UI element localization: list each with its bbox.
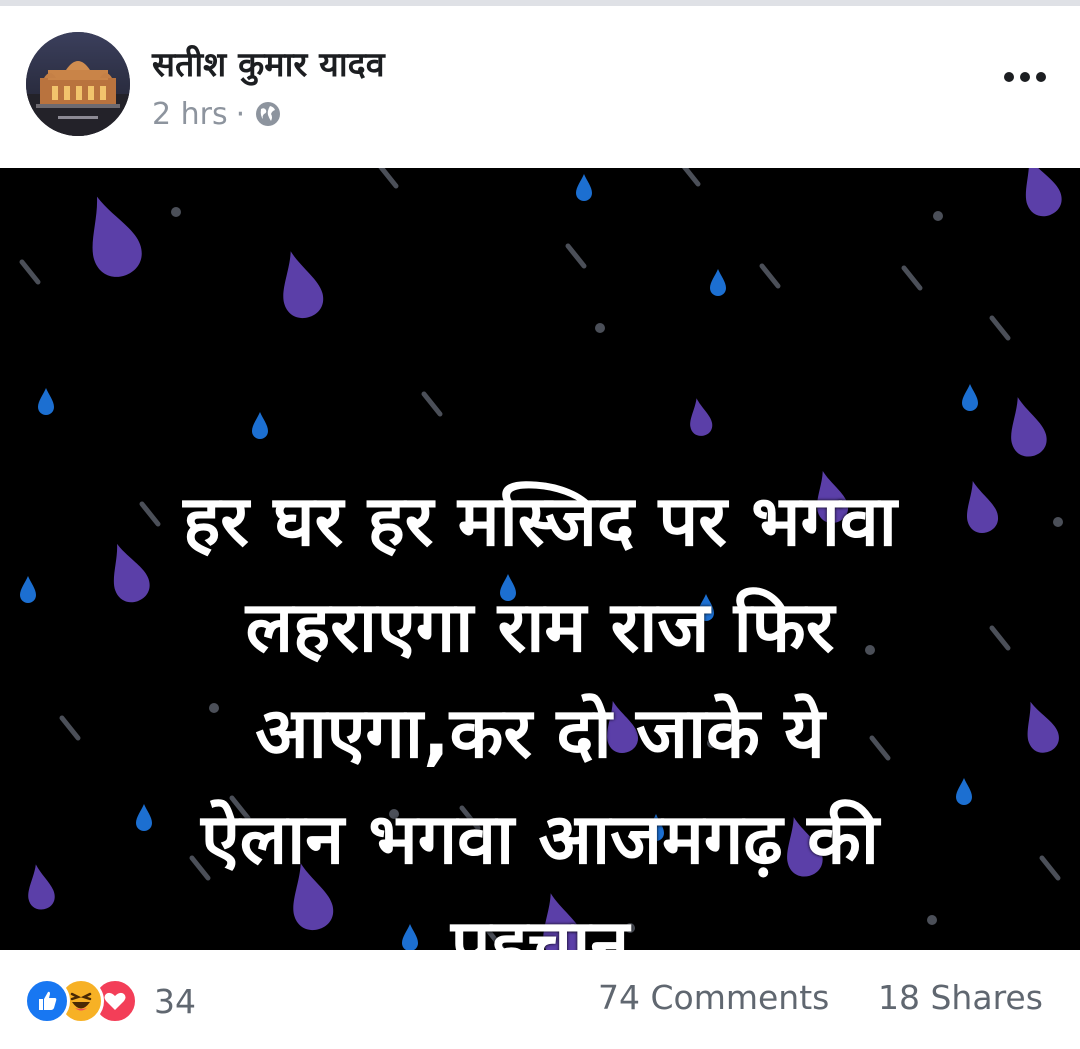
meta-separator: ·: [235, 96, 246, 132]
post-image-text: हर घर हर मस्जिद पर भगवा लहराएगा राम राज …: [183, 480, 897, 950]
globe-icon: [255, 101, 281, 127]
more-dot-icon: [1036, 72, 1046, 82]
post-header: सतीश कुमार यादव 2 hrs ·: [0, 6, 1080, 168]
post-meta: 2 hrs ·: [152, 94, 281, 134]
more-options-button[interactable]: [990, 52, 1060, 102]
shares-count-link[interactable]: 18 Shares: [878, 978, 1043, 1017]
more-dot-icon: [1020, 72, 1030, 82]
reactions-summary[interactable]: 34: [24, 976, 196, 1026]
post-timestamp[interactable]: 2 hrs: [152, 97, 228, 132]
temple-picture: [26, 32, 130, 136]
comments-count-link[interactable]: 74 Comments: [598, 978, 829, 1017]
author-avatar[interactable]: [26, 32, 130, 136]
more-dot-icon: [1004, 72, 1014, 82]
reaction-count: 34: [154, 981, 196, 1021]
author-name[interactable]: सतीश कुमार यादव: [152, 44, 385, 86]
like-icon: [24, 978, 70, 1024]
post-image[interactable]: हर घर हर मस्जिद पर भगवा लहराएगा राम राज …: [0, 168, 1080, 950]
